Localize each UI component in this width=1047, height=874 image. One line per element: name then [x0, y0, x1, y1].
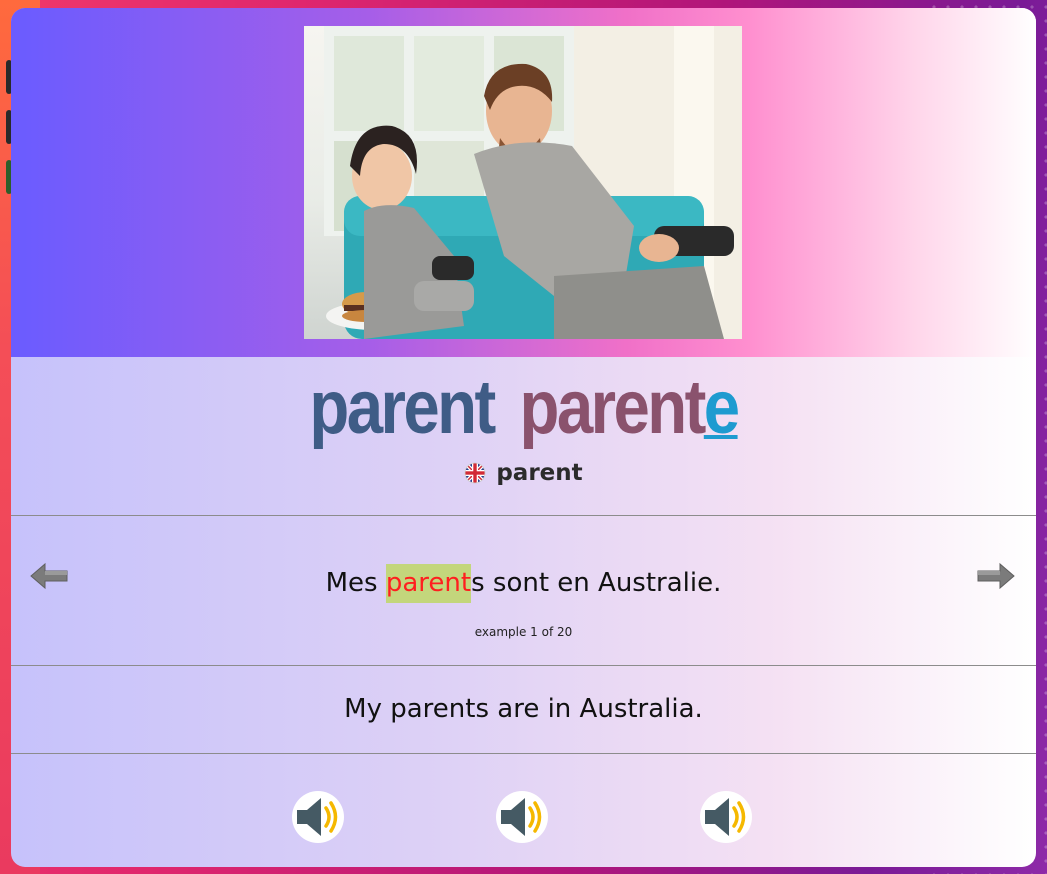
- audio-button[interactable]: [699, 790, 753, 844]
- masculine-form: parent: [309, 365, 496, 450]
- word-forms: parent parente: [83, 368, 965, 448]
- speaker-icon: [496, 791, 548, 843]
- divider: [11, 515, 1036, 516]
- feminine-ending: e: [703, 365, 740, 450]
- audio-button[interactable]: [495, 790, 549, 844]
- speaker-icon: [700, 791, 752, 843]
- translation-text: parent: [496, 460, 583, 486]
- example-sentence: Mes parents sont en Australie.: [11, 564, 1036, 603]
- flashcard: parent parente parent Mes parents sont e…: [11, 8, 1036, 867]
- audio-button[interactable]: [291, 790, 345, 844]
- uk-flag-icon: [464, 462, 486, 490]
- feminine-form: parente: [519, 365, 741, 450]
- example-before: Mes: [325, 568, 386, 598]
- example-translation: My parents are in Australia.: [344, 694, 703, 724]
- divider: [11, 665, 1036, 666]
- word-illustration-photo: [304, 26, 742, 339]
- example-counter: example 1 of 20: [474, 625, 573, 639]
- image-banner: [11, 8, 1036, 357]
- example-highlight: parent: [385, 564, 472, 603]
- speaker-icon: [292, 791, 344, 843]
- feminine-stem: parent: [519, 365, 707, 450]
- word-translation: parent: [11, 460, 1036, 490]
- example-after: s sont en Australie.: [471, 568, 722, 598]
- divider: [11, 753, 1036, 754]
